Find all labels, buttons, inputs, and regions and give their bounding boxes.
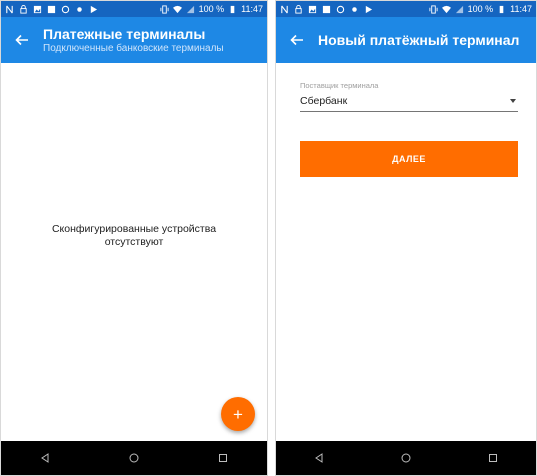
nav-back-button[interactable] (309, 448, 329, 468)
main-content: Сконфигурированные устройства отсутствую… (1, 63, 267, 441)
system-nav-bar (1, 441, 267, 475)
lock-icon (20, 4, 27, 14)
dropdown-arrow-icon (510, 99, 516, 103)
lock-icon (295, 4, 302, 14)
battery-percent: 100 % (198, 4, 225, 14)
gallery-icon (322, 5, 331, 13)
play-store-icon (365, 5, 373, 13)
clock: 11:47 (510, 4, 532, 14)
terminals-list-screen: 100 % 11:47 Платежные терминалы Подключе… (0, 0, 268, 476)
home-icon (401, 453, 411, 463)
back-button[interactable] (1, 17, 43, 63)
nav-recents-button[interactable] (213, 448, 233, 468)
arrow-left-icon (15, 34, 28, 46)
shield-icon (77, 6, 82, 12)
app-bar: Платежные терминалы Подключенные банковс… (1, 17, 267, 63)
empty-state-line-2: отсутствуют (104, 236, 164, 248)
battery-percent: 100 % (467, 4, 494, 14)
page-title: Новый платёжный терминал (318, 31, 520, 48)
play-store-icon (90, 5, 98, 13)
sync-icon (336, 5, 345, 13)
wifi-icon (441, 5, 451, 13)
battery-icon (230, 5, 235, 13)
image-icon (33, 5, 42, 13)
signal-icon (186, 5, 194, 13)
vibrate-icon (429, 4, 438, 14)
plus-icon: + (233, 404, 243, 424)
terminal-provider-label: Поставщик терминала (300, 81, 379, 90)
page-subtitle: Подключенные банковские терминалы (43, 42, 224, 54)
back-icon (41, 453, 49, 463)
selected-provider: Сбербанк (300, 95, 348, 107)
app-bar: Новый платёжный терминал (276, 17, 536, 63)
nav-back-button[interactable] (35, 448, 55, 468)
back-button[interactable] (276, 17, 318, 63)
page-title: Платежные терминалы (43, 25, 206, 42)
nav-recents-button[interactable] (483, 448, 503, 468)
recents-icon (488, 454, 497, 462)
image-icon (308, 5, 317, 13)
battery-icon (499, 5, 504, 13)
system-nav-bar (276, 441, 536, 475)
empty-state-line-1: Сконфигурированные устройства (51, 223, 217, 235)
sync-icon (61, 5, 70, 13)
back-icon (315, 453, 323, 463)
wifi-icon (172, 5, 182, 13)
nav-home-button[interactable] (396, 448, 416, 468)
new-terminal-screen: 100 % 11:47 Новый платёжный терминал Пос… (275, 0, 537, 476)
next-button[interactable]: ДАЛЕЕ (300, 141, 518, 177)
main-content: Поставщик терминала Сбербанк ДАЛЕЕ (276, 63, 536, 441)
recents-icon (218, 454, 227, 462)
shield-icon (352, 6, 357, 12)
home-icon (129, 453, 139, 463)
clock: 11:47 (241, 4, 263, 14)
status-bar: 100 % 11:47 (276, 1, 536, 17)
nfc-icon (281, 5, 288, 13)
empty-state-message: Сконфигурированные устройства отсутствую… (1, 223, 267, 249)
status-bar: 100 % 11:47 (1, 1, 267, 17)
add-terminal-button[interactable]: + (221, 397, 255, 431)
gallery-icon (47, 5, 56, 13)
terminal-provider-select[interactable]: Сбербанк (300, 91, 518, 112)
signal-icon (455, 5, 463, 13)
nfc-icon (6, 5, 13, 13)
nav-home-button[interactable] (124, 448, 144, 468)
arrow-left-icon (290, 34, 303, 46)
vibrate-icon (160, 4, 169, 14)
